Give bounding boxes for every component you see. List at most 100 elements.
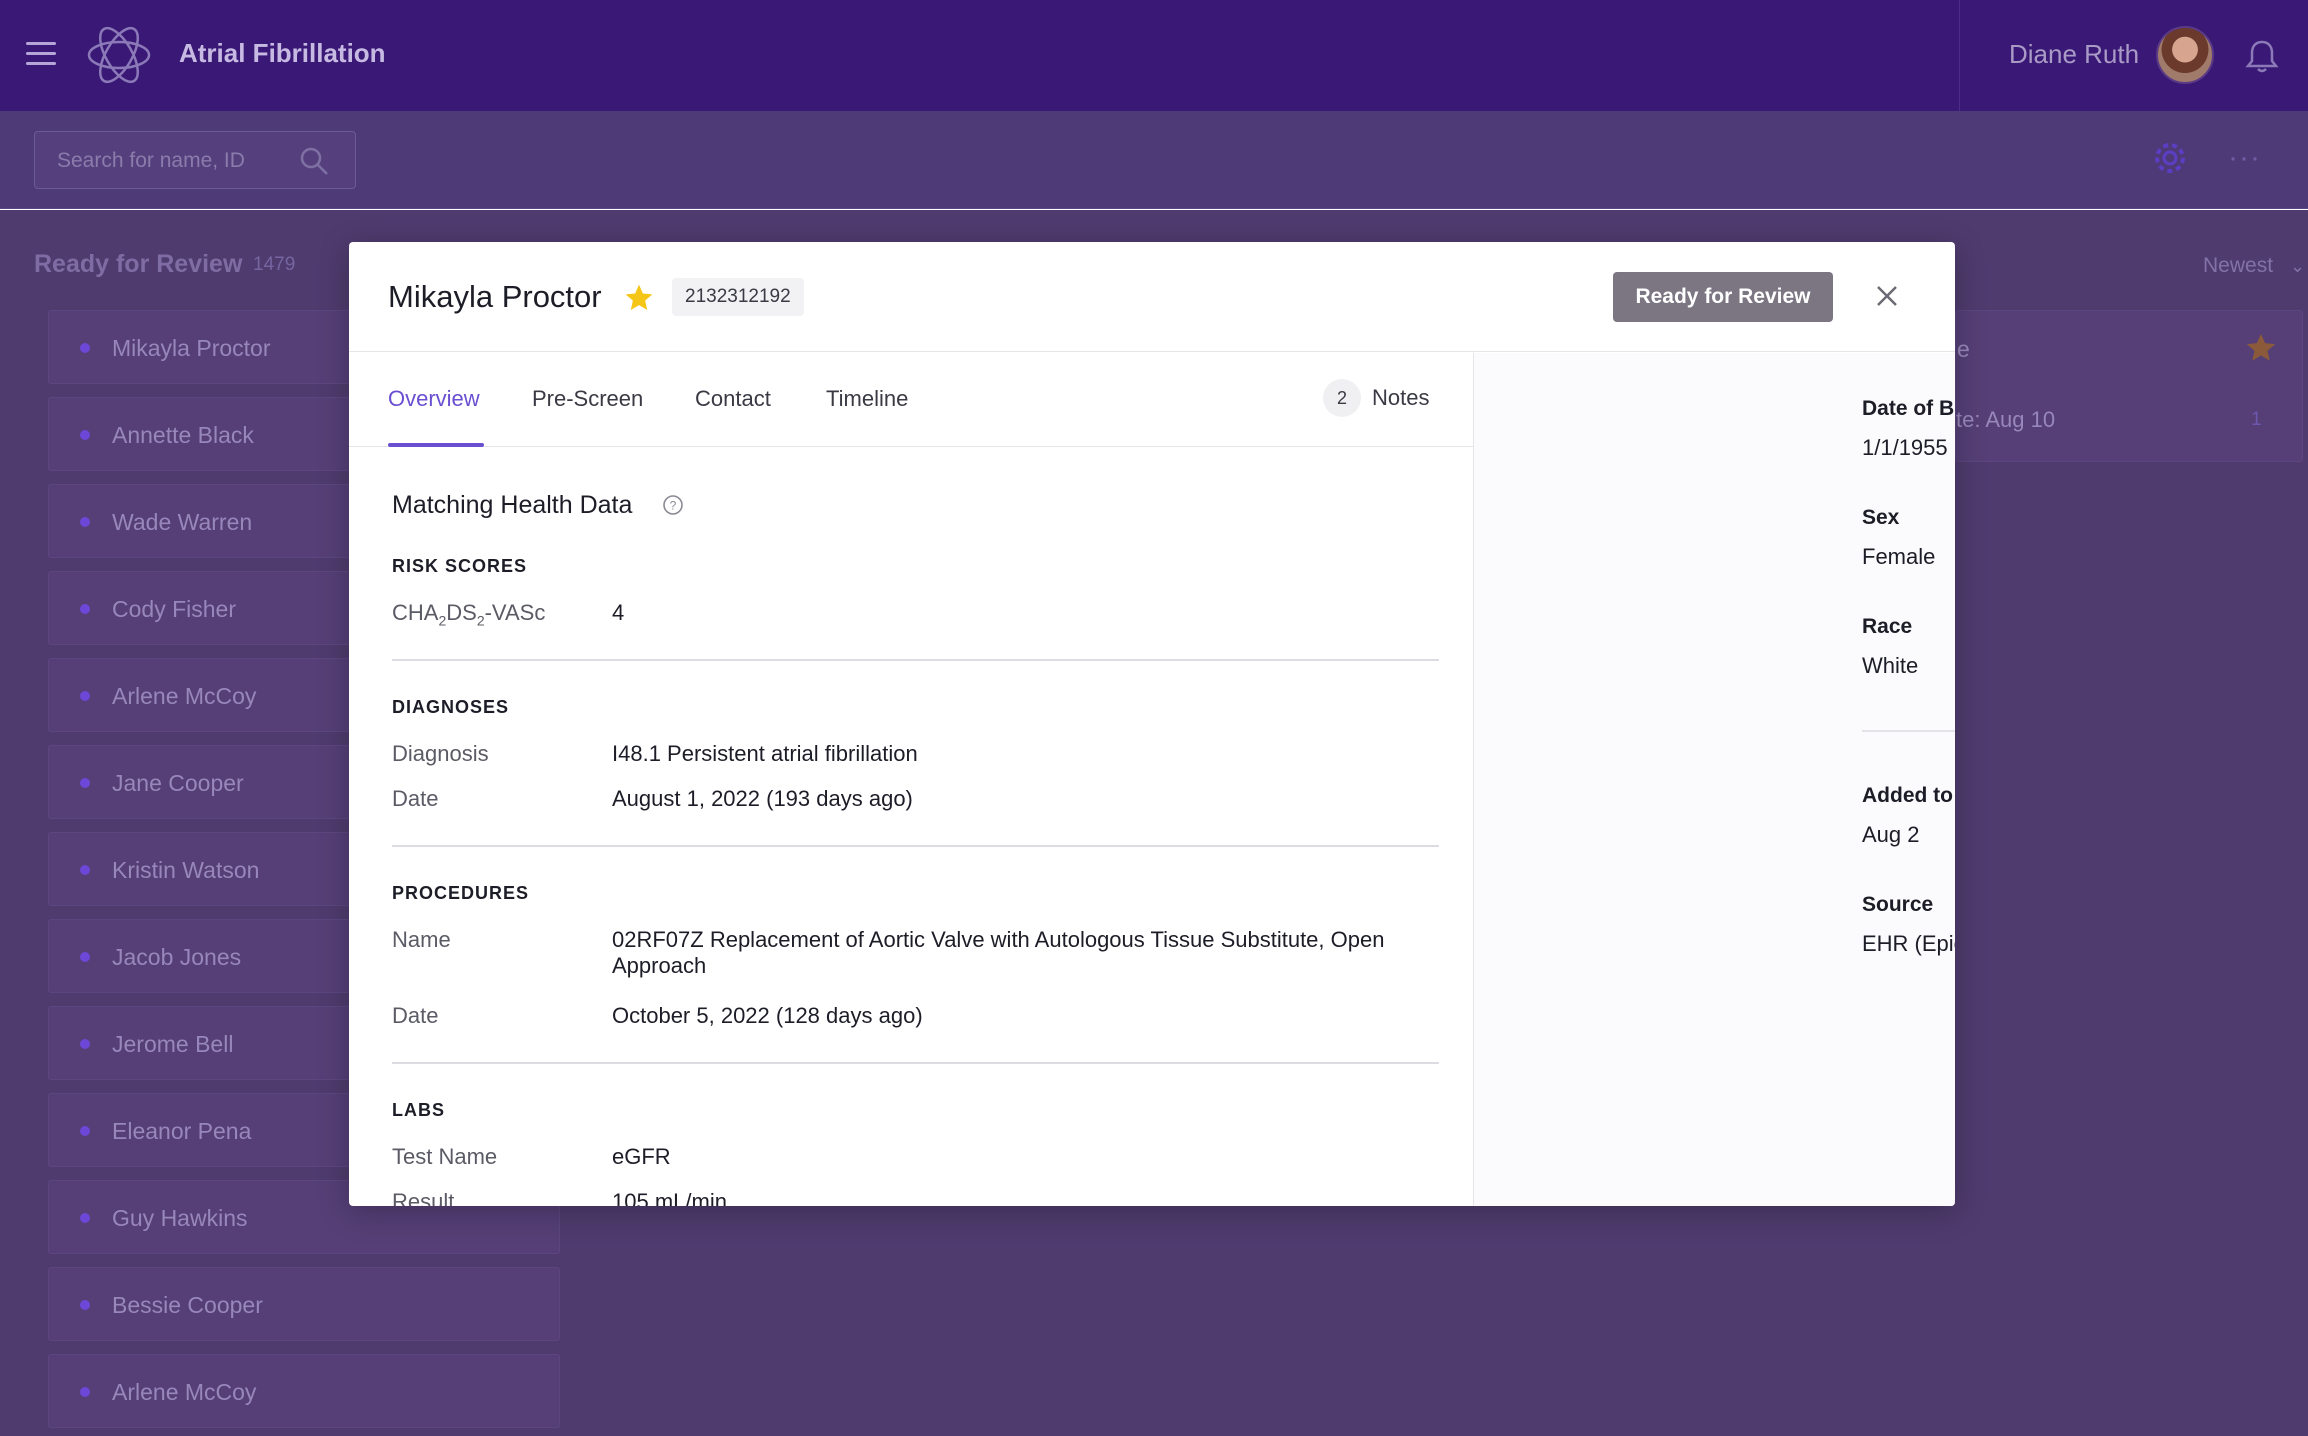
star-icon[interactable] bbox=[623, 282, 655, 314]
more-options-icon[interactable]: ··· bbox=[2228, 143, 2261, 173]
sex-label: Sex bbox=[1862, 506, 1900, 529]
list-item-name: Eleanor Pena bbox=[112, 1118, 252, 1144]
sort-dropdown[interactable]: Newest bbox=[2203, 254, 2273, 278]
status-dot-icon bbox=[80, 1039, 90, 1049]
tab-timeline[interactable]: Timeline bbox=[826, 386, 908, 412]
list-item[interactable]: Bessie Cooper bbox=[48, 1267, 560, 1341]
list-count: 1479 bbox=[253, 254, 296, 275]
chevron-down-icon[interactable]: ⌄ bbox=[2290, 256, 2305, 277]
avatar[interactable] bbox=[2156, 26, 2214, 84]
topbar-divider bbox=[1959, 0, 1960, 111]
list-item-name: Annette Black bbox=[112, 422, 254, 448]
race-label: Race bbox=[1862, 615, 1913, 638]
status-dot-icon bbox=[80, 343, 90, 353]
lab-result-label: Result bbox=[392, 1189, 455, 1206]
status-dot-icon bbox=[80, 1300, 90, 1310]
labs-heading: LABS bbox=[392, 1100, 445, 1120]
active-tab-indicator bbox=[388, 443, 484, 447]
list-title: Ready for Review bbox=[34, 250, 243, 278]
list-item-name: Cody Fisher bbox=[112, 596, 236, 622]
menu-icon[interactable] bbox=[26, 42, 56, 66]
status-dot-icon bbox=[80, 865, 90, 875]
help-icon[interactable]: ? bbox=[662, 494, 684, 516]
list-item-name: Guy Hawkins bbox=[112, 1205, 248, 1231]
patient-card[interactable]: e te: Aug 10 1 bbox=[1955, 310, 2303, 462]
modal-header: Mikayla Proctor 2132312192 Ready for Rev… bbox=[349, 242, 1955, 352]
tab-overview[interactable]: Overview bbox=[388, 386, 480, 412]
lab-test-label: Test Name bbox=[392, 1144, 498, 1169]
tab-pre-screen[interactable]: Pre-Screen bbox=[532, 386, 643, 412]
status-dot-icon bbox=[80, 778, 90, 788]
diagnoses-heading: DIAGNOSES bbox=[392, 697, 510, 717]
risk-scores-heading: RISK SCORES bbox=[392, 556, 528, 576]
mrn-badge: 2132312192 bbox=[672, 278, 804, 316]
divider bbox=[392, 845, 1439, 847]
source-value: EHR (Epic) bbox=[1862, 931, 1955, 956]
list-item-name: Bessie Cooper bbox=[112, 1292, 263, 1318]
added-to-queue-value: Aug 2 bbox=[1862, 822, 1920, 847]
overview-pane: Overview Pre-Screen Contact Timeline 2 N… bbox=[349, 353, 1473, 1206]
diagnosis-value: I48.1 Persistent atrial fibrillation bbox=[612, 741, 918, 766]
tab-bar: Overview Pre-Screen Contact Timeline 2 N… bbox=[349, 353, 1473, 447]
status-dot-icon bbox=[80, 691, 90, 701]
app-title: Atrial Fibrillation bbox=[179, 38, 386, 68]
divider bbox=[1862, 730, 1955, 732]
list-item-name: Arlene McCoy bbox=[112, 683, 257, 709]
details-pane bbox=[1473, 353, 1955, 1206]
divider bbox=[392, 1062, 1439, 1064]
list-item-name: Kristin Watson bbox=[112, 857, 260, 883]
sex-value: Female bbox=[1862, 544, 1936, 569]
procedure-name-label: Name bbox=[392, 927, 451, 952]
notes-count-badge[interactable]: 2 bbox=[1323, 379, 1361, 417]
status-button[interactable]: Ready for Review bbox=[1613, 272, 1833, 322]
added-to-queue-label: Added to Queue bbox=[1862, 784, 1955, 807]
lab-result-value: 105 mL/min bbox=[612, 1189, 727, 1206]
diagnosis-date-label: Date bbox=[392, 786, 439, 811]
diagnosis-date-value: August 1, 2022 (193 days ago) bbox=[612, 786, 913, 811]
list-item-name: Jerome Bell bbox=[112, 1031, 234, 1057]
dob-value: 1/1/1955 (66 yrs) bbox=[1862, 435, 1955, 460]
divider bbox=[392, 659, 1439, 661]
status-dot-icon bbox=[80, 1213, 90, 1223]
section-title: Matching Health Data bbox=[392, 491, 633, 519]
close-icon[interactable] bbox=[1872, 281, 1902, 311]
user-name[interactable]: Diane Ruth bbox=[2009, 39, 2139, 70]
card-count: 1 bbox=[2251, 409, 2262, 430]
notes-button[interactable]: Notes bbox=[1372, 385, 1429, 411]
status-dot-icon bbox=[80, 1126, 90, 1136]
status-dot-icon bbox=[80, 1387, 90, 1397]
dob-label: Date of Birth bbox=[1862, 397, 1955, 420]
list-item-name: Wade Warren bbox=[112, 509, 253, 535]
search-placeholder: Search for name, ID bbox=[57, 149, 245, 172]
procedure-date-label: Date bbox=[392, 1003, 439, 1028]
gear-icon[interactable] bbox=[2152, 140, 2188, 176]
status-dot-icon bbox=[80, 517, 90, 527]
risk-score-label: CHA2DS2-VASc bbox=[392, 600, 546, 629]
list-item-name: Mikayla Proctor bbox=[112, 335, 271, 361]
patient-name: Mikayla Proctor bbox=[388, 279, 602, 314]
race-value: White bbox=[1862, 653, 1919, 678]
patient-modal: Mikayla Proctor 2132312192 Ready for Rev… bbox=[349, 242, 1955, 1206]
list-item-name: Jacob Jones bbox=[112, 944, 242, 970]
status-dot-icon bbox=[80, 604, 90, 614]
status-dot-icon bbox=[80, 430, 90, 440]
card-date: te: Aug 10 bbox=[1956, 407, 2056, 432]
search-icon[interactable] bbox=[299, 146, 329, 176]
tab-contact[interactable]: Contact bbox=[695, 386, 771, 412]
app-logo-icon bbox=[87, 26, 151, 84]
search-input[interactable]: Search for name, ID bbox=[34, 131, 356, 189]
list-item-name: Jane Cooper bbox=[112, 770, 244, 796]
list-item[interactable]: Arlene McCoy bbox=[48, 1354, 560, 1428]
star-icon[interactable] bbox=[2244, 331, 2278, 365]
bell-icon[interactable] bbox=[2245, 38, 2279, 74]
procedures-heading: PROCEDURES bbox=[392, 883, 530, 903]
lab-test-value: eGFR bbox=[612, 1144, 671, 1169]
list-item-name: Arlene McCoy bbox=[112, 1379, 257, 1405]
diagnosis-label: Diagnosis bbox=[392, 741, 489, 766]
status-dot-icon bbox=[80, 952, 90, 962]
svg-text:?: ? bbox=[670, 499, 677, 513]
source-label: Source bbox=[1862, 893, 1934, 916]
procedure-name-value: 02RF07Z Replacement of Aortic Valve with… bbox=[612, 927, 1385, 978]
risk-score-value: 4 bbox=[612, 600, 625, 625]
procedure-date-value: October 5, 2022 (128 days ago) bbox=[612, 1003, 923, 1028]
